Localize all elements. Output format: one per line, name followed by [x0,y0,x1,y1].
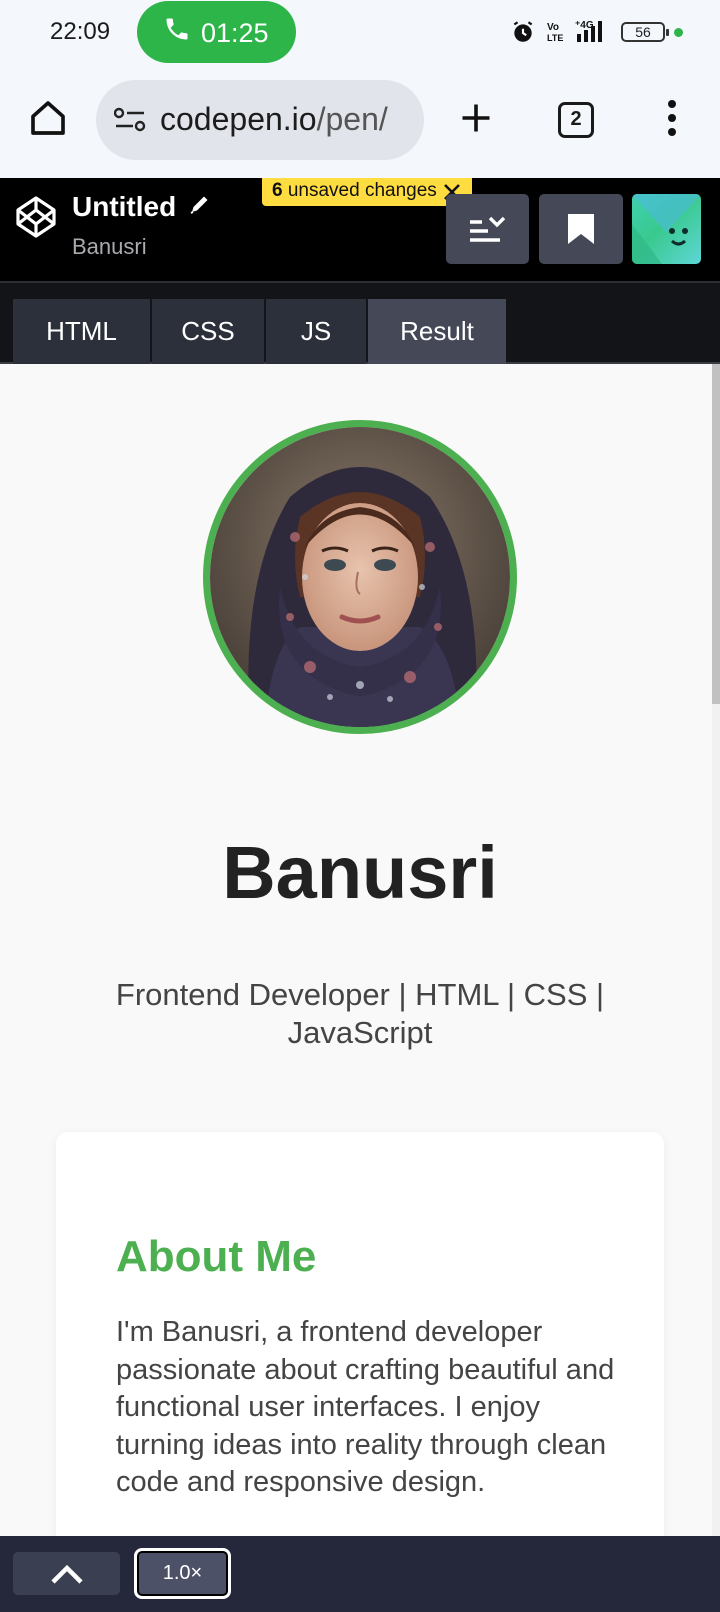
battery-icon: 56 [621,22,669,42]
phone-icon [166,18,188,40]
site-settings-icon[interactable] [114,106,146,134]
zoom-level-button[interactable]: 1.0× [134,1548,231,1599]
call-timer: 01:25 [201,18,269,48]
unsaved-changes-badge[interactable]: 6 unsaved changes [262,178,472,206]
svg-text:Vo: Vo [547,22,559,33]
4g-signal-icon: ⁺4G [575,20,602,42]
scroll-up-button[interactable] [13,1552,120,1595]
clock: 22:09 [50,18,111,45]
profile-tagline: Frontend Developer | HTML | CSS | JavaSc… [115,977,605,1050]
privacy-indicator-dot [674,28,683,37]
bottom-bar: 1.0× [0,1536,720,1612]
home-icon[interactable] [28,98,68,138]
alarm-icon [513,21,533,42]
about-card: About Me I'm Banusri, a frontend develop… [56,1132,664,1540]
tab-js[interactable]: JS [266,299,366,364]
browser-toolbar: codepen.io/pen/ 2 [0,66,720,178]
profile-name: Banusri [222,831,498,914]
ongoing-call-pill[interactable]: 01:25 [137,1,296,63]
scrollbar-thumb[interactable] [712,364,720,704]
svg-text:LTE: LTE [547,33,563,43]
unsaved-count: 6 [272,180,283,201]
profile-photo [203,420,517,734]
bookmark-icon [568,214,594,244]
avatar-face-icon [632,194,701,264]
result-preview[interactable]: Banusri Frontend Developer | HTML | CSS … [0,364,712,1540]
url-host: codepen.io [160,101,317,137]
url-text: codepen.io/pen/ [160,101,388,138]
status-bar: 22:09 01:25 Vo LTE ⁺4G 56 [0,0,720,66]
tab-result[interactable]: Result [368,299,506,364]
about-text: I'm Banusri, a frontend developer passio… [116,1316,615,1498]
user-avatar[interactable] [632,194,701,264]
new-tab-icon[interactable] [458,100,494,136]
layout-menu-button[interactable] [446,194,529,264]
tab-switcher-button[interactable]: 2 [558,102,594,138]
pen-title[interactable]: Untitled [72,191,176,223]
volte-icon: VoLTE [547,22,563,43]
portrait-image [210,427,510,727]
edit-pencil-icon[interactable] [188,192,212,216]
about-title: About Me [116,1232,317,1281]
address-bar[interactable]: codepen.io/pen/ [96,80,424,160]
codepen-header: Untitled Banusri 6 unsaved changes [0,178,720,281]
codepen-logo-icon[interactable] [14,195,58,239]
bookmark-button[interactable] [539,194,623,264]
unsaved-label: unsaved changes [282,180,437,201]
editor-tabs: HTML CSS JS Result [0,281,720,364]
list-chevron-icon [470,216,506,242]
chevron-up-icon [51,1564,83,1584]
url-path: /pen/ [316,101,388,137]
tab-html[interactable]: HTML [13,299,150,364]
tab-css[interactable]: CSS [152,299,264,364]
pen-author[interactable]: Banusri [72,234,147,260]
more-menu-icon[interactable] [660,98,684,138]
